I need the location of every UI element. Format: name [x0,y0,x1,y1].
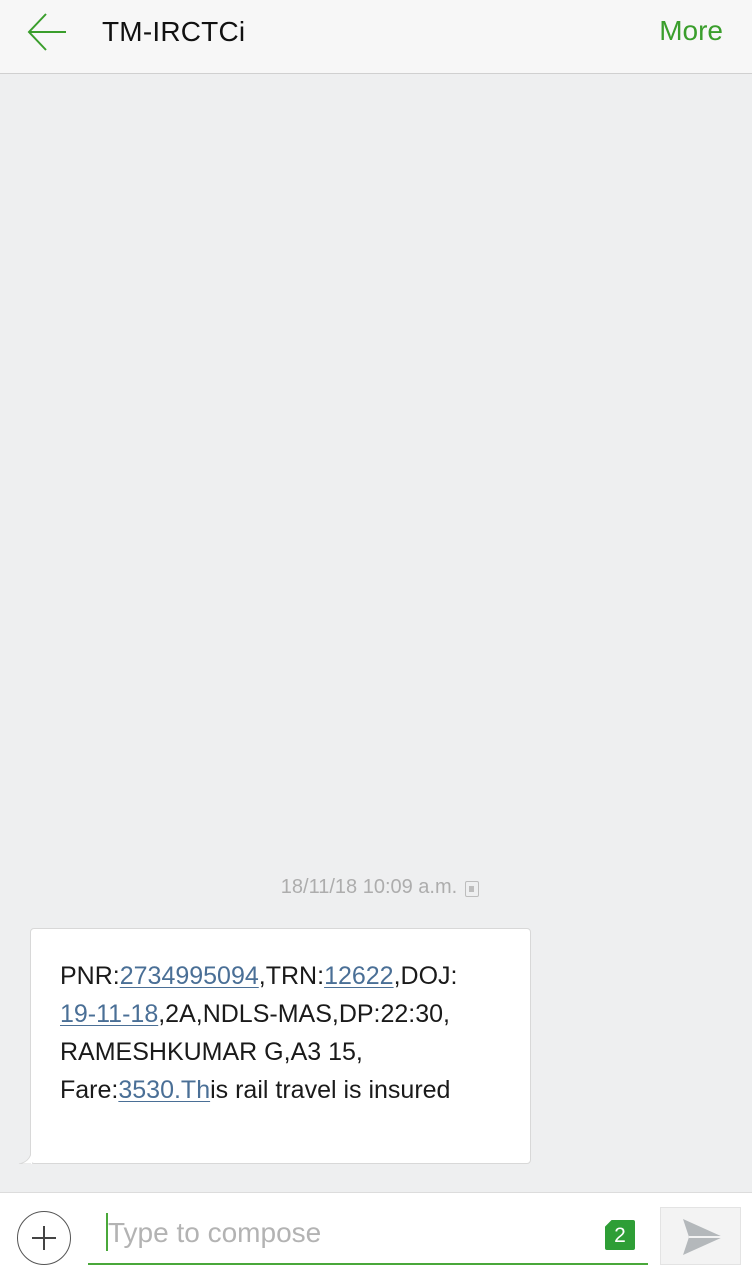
trn-link[interactable]: 12622 [324,962,394,990]
arrow-left-icon [27,13,66,51]
sim-select-button[interactable]: 2 [605,1220,635,1250]
conversation-title: TM-IRCTCi [102,16,246,47]
journey-details: ,2A,NDLS-MAS,DP:22:30, [158,1000,451,1028]
pnr-label: PNR: [60,962,120,990]
back-button[interactable] [22,10,72,54]
compose-input[interactable] [108,1211,588,1255]
send-icon [683,1219,723,1255]
fare-link[interactable]: 3530.Th [118,1076,210,1104]
sim-icon [465,880,480,897]
trn-label: ,TRN: [258,962,325,990]
message-line-1: PNR:2734995094,TRN:12622,DOJ: [60,957,530,995]
timestamp-text: 18/11/18 10:09 a.m. [280,876,458,898]
pnr-link[interactable]: 2734995094 [120,962,259,990]
fare-label: Fare: [60,1076,119,1104]
bubble-tail [18,1140,32,1164]
doj-link[interactable]: 19-11-18 [60,1000,158,1028]
top-bar: TM-IRCTCi More [0,0,752,74]
message-line-4: Fare:3530.This rail travel is insured [60,1071,530,1109]
compose-field[interactable] [88,1205,648,1265]
plus-circle-icon[interactable] [17,1211,71,1265]
message-bubble[interactable]: PNR:2734995094,TRN:12622,DOJ: 19-11-18,2… [30,928,531,1164]
message-timestamp: 18/11/18 10:09 a.m. [0,876,752,899]
doj-label: ,DOJ: [393,962,458,990]
message-line-3: RAMESHKUMAR G,A3 15, [60,1038,363,1066]
message-line-2: 19-11-18,2A,NDLS-MAS,DP:22:30, [60,995,530,1033]
insurance-text: is rail travel is insured [210,1076,451,1104]
send-button[interactable] [660,1207,741,1265]
compose-bar [0,1192,752,1280]
more-button[interactable]: More [659,15,723,47]
